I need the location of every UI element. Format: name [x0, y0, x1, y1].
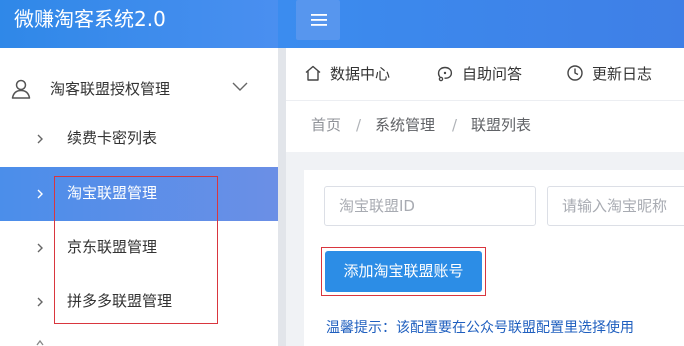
sidebar-group-label: 淘客联盟授权管理 [50, 80, 171, 98]
user-icon [11, 79, 31, 99]
app-title: 微赚淘客系统2.0 [14, 7, 166, 31]
sidebar: 微赚淘客系统2.0 淘客联盟授权管理 续费卡密列表 淘宝联盟管理 京东联盟管理 … [0, 0, 278, 346]
breadcrumb-system-management[interactable]: 系统管理 [375, 115, 435, 135]
nickname-input[interactable] [548, 187, 684, 225]
alliance-id-input[interactable] [325, 187, 535, 225]
breadcrumb-home[interactable]: 首页 [311, 115, 341, 135]
app-root: 微赚淘客系统2.0 淘客联盟授权管理 续费卡密列表 淘宝联盟管理 京东联盟管理 … [0, 0, 684, 346]
top-header [278, 0, 684, 48]
add-taobao-account-button[interactable]: 添加淘宝联盟账号 [325, 251, 482, 292]
breadcrumb-separator: / [452, 116, 458, 134]
hamburger-icon [311, 14, 327, 26]
menu-toggle-button[interactable] [296, 0, 340, 40]
sidebar-item-label: 续费卡密列表 [67, 129, 158, 147]
annotation-highlight-button: 添加淘宝联盟账号 [321, 247, 486, 296]
chevron-right-icon [37, 297, 43, 307]
quick-nav: 数据中心 自助问答 更新日志 [286, 48, 684, 100]
chevron-right-icon [37, 243, 43, 253]
quicknav-changelog[interactable]: 更新日志 [566, 62, 660, 86]
chevron-down-icon[interactable] [232, 78, 248, 94]
sidebar-divider [278, 48, 286, 346]
brand-bar: 微赚淘客系统2.0 [0, 0, 278, 48]
chevron-right-icon [37, 189, 43, 199]
quicknav-data-center[interactable]: 数据中心 [304, 62, 398, 86]
sidebar-group-alliance-auth[interactable]: 淘客联盟授权管理 [0, 62, 278, 116]
breadcrumb-separator: / [356, 116, 362, 134]
breadcrumb-current: 联盟列表 [471, 116, 532, 134]
content-card: 添加淘宝联盟账号 温馨提示：该配置要在公众号联盟配置里选择使用 [304, 170, 684, 346]
nickname-field[interactable] [547, 186, 684, 226]
quicknav-label: 自助问答 [462, 65, 523, 83]
quicknav-label: 数据中心 [330, 65, 391, 83]
tip-text: 温馨提示：该配置要在公众号联盟配置里选择使用 [326, 320, 634, 336]
alliance-id-field[interactable] [324, 186, 536, 226]
sidebar-item-renewal-cards[interactable]: 续费卡密列表 [0, 112, 278, 166]
breadcrumb: 首页 / 系统管理 / 联盟列表 [286, 100, 684, 152]
chevron-up-icon [36, 339, 44, 346]
help-icon [437, 66, 453, 82]
home-icon [305, 65, 321, 81]
quicknav-label: 更新日志 [592, 65, 653, 83]
annotation-highlight-box [54, 176, 218, 324]
clock-icon [567, 65, 583, 81]
chevron-right-icon [37, 134, 43, 144]
quicknav-self-help[interactable]: 自助问答 [436, 62, 530, 86]
